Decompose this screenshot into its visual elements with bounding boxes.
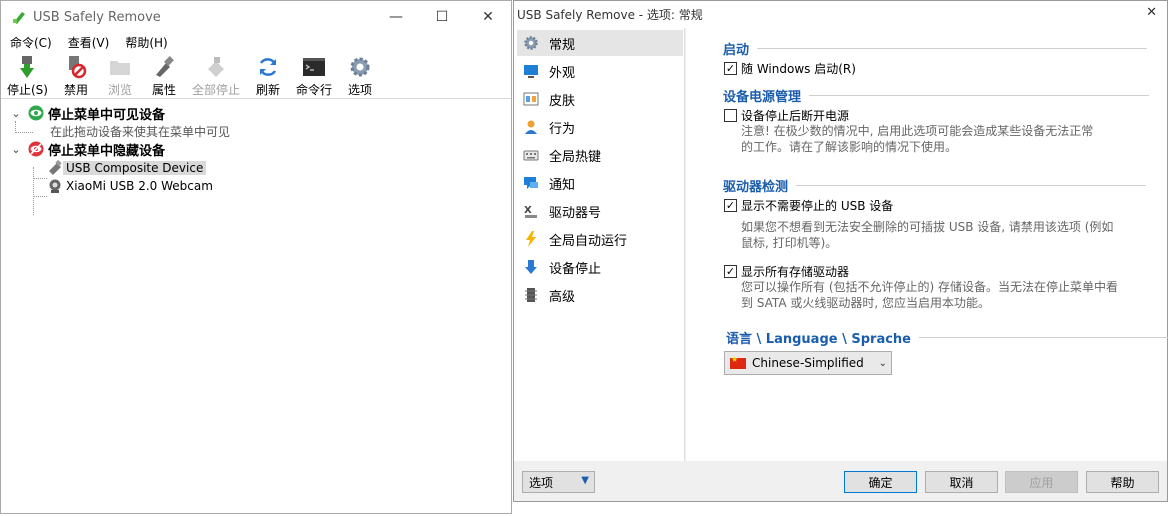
folder-icon (109, 61, 130, 75)
lightning-icon (526, 231, 536, 247)
general-settings-panel: 启动 ✓ 随 Windows 启动(R) 设备电源管理 设备停止后断开电源 注意… (686, 28, 1168, 461)
close-button[interactable]: ✕ (465, 1, 511, 33)
options-button[interactable]: 选项 (338, 53, 382, 99)
start-with-windows-checkbox[interactable]: ✓ 随 Windows 启动(R) (724, 60, 856, 77)
help-button[interactable]: 帮助 (1086, 471, 1159, 493)
drag-hint: 在此拖动设备来使其在菜单中可见 (50, 124, 231, 139)
notification-icon (524, 177, 538, 189)
ok-button[interactable]: 确定 (844, 471, 917, 493)
chevron-down-icon: ⌄ (878, 357, 887, 369)
checkbox-checked[interactable]: ✓ (724, 199, 737, 212)
hidden-group-title: 停止菜单中隐藏设备 (48, 143, 166, 159)
nav-item-skin[interactable]: 皮肤 (517, 86, 683, 112)
show-all-storage-checkbox[interactable]: ✓ 显示所有存储驱动器 (724, 263, 849, 280)
section-language-title: 语言 \ Language \ Sprache (726, 328, 1168, 347)
nav-item-drive-letters[interactable]: X 驱动器号 (517, 198, 683, 224)
chevron-down-icon[interactable]: ⌄ (10, 143, 22, 156)
visible-group-title: 停止菜单中可见设备 (48, 107, 166, 123)
arrow-down-icon (525, 260, 537, 274)
close-icon[interactable]: ✕ (1146, 5, 1157, 20)
dialog-titlebar[interactable]: USB Safely Remove - 选项: 常规 ✕ (514, 1, 1167, 28)
stop-icon (20, 56, 35, 78)
options-dropdown[interactable]: 选项 ▼ (522, 471, 595, 493)
gear-icon (524, 36, 538, 50)
minimize-button[interactable]: — (373, 1, 419, 33)
browse-button[interactable]: 浏览 (98, 53, 142, 99)
skin-icon (523, 92, 539, 106)
nav-item-appearance[interactable]: 外观 (517, 58, 683, 84)
power-off-checkbox[interactable]: 设备停止后断开电源 (724, 107, 849, 124)
main-window-title: USB Safely Remove (33, 9, 161, 25)
keyboard-icon (523, 150, 539, 161)
menu-view[interactable]: 查看(V) (59, 34, 117, 51)
nav-item-autorun[interactable]: 全局自动运行 (517, 226, 683, 252)
stop-all-button[interactable]: 全部停止 (186, 53, 246, 99)
section-detect-title: 驱动器检测 (723, 176, 1147, 195)
checkbox-unchecked[interactable] (724, 109, 737, 122)
nav-item-notifications[interactable]: 通知 (517, 170, 683, 196)
menu-bar: 命令(C) 查看(V) 帮助(H) (1, 32, 511, 52)
menu-help[interactable]: 帮助(H) (116, 34, 174, 51)
user-icon (525, 120, 537, 134)
properties-icon (155, 56, 174, 77)
nav-item-behavior[interactable]: 行为 (517, 114, 683, 140)
svg-text:X: X (524, 205, 532, 216)
checkbox-checked[interactable]: ✓ (724, 62, 737, 75)
chevron-down-icon[interactable]: ⌄ (10, 107, 22, 120)
disable-icon (68, 56, 87, 79)
monitor-icon (524, 65, 538, 78)
refresh-icon (259, 58, 277, 76)
main-titlebar[interactable]: USB Safely Remove — ☐ ✕ (1, 1, 511, 33)
webcam-icon (49, 179, 61, 193)
main-window: USB Safely Remove — ☐ ✕ 命令(C) 查看(V) 帮助(H… (0, 0, 512, 514)
apply-button[interactable]: 应用 (1005, 471, 1078, 493)
section-power-title: 设备电源管理 (723, 86, 1150, 105)
china-flag-icon (730, 355, 746, 369)
disable-button[interactable]: 禁用 (54, 53, 98, 99)
refresh-button[interactable]: 刷新 (246, 53, 290, 99)
app-icon (13, 12, 25, 24)
nav-item-general[interactable]: 常规 (517, 30, 683, 56)
device-label[interactable]: XiaoMi USB 2.0 Webcam (63, 179, 216, 193)
terminal-icon (303, 58, 325, 76)
show-nonstop-usb-checkbox[interactable]: ✓ 显示不需要停止的 USB 设备 (724, 197, 893, 214)
device-label[interactable]: USB Composite Device (63, 161, 207, 175)
checkbox-checked[interactable]: ✓ (724, 265, 737, 278)
hidden-eye-icon (28, 141, 44, 157)
menu-command[interactable]: 命令(C) (1, 34, 59, 51)
gear-icon (350, 57, 370, 77)
all-storage-description: 您可以操作所有 (包括不允许停止的) 存储设备。当无法在停止菜单中看 到 SAT… (741, 280, 1118, 310)
command-line-button[interactable]: 命令行 (290, 53, 338, 99)
device-row[interactable]: XiaoMi USB 2.0 Webcam (47, 177, 216, 195)
toolbar: 停止(S) 禁用 浏览 属性 全部停止 刷新 命令行 选项 (1, 53, 511, 99)
visible-group-row[interactable]: ⌄ 停止菜单中可见设备 (10, 104, 166, 123)
caret-down-icon: ▼ (581, 475, 589, 486)
properties-button[interactable]: 属性 (142, 53, 186, 99)
dialog-title: USB Safely Remove - 选项: 常规 (517, 8, 703, 22)
usb-device-icon (49, 160, 62, 175)
options-nav: 常规 外观 皮肤 行为 全局热键 通知 X 驱动器号 全局自动运行 设备停止 高… (514, 28, 685, 461)
nav-item-device-stop[interactable]: 设备停止 (517, 254, 683, 280)
nav-item-advanced[interactable]: 高级 (517, 282, 683, 308)
drive-letter-icon: X (524, 205, 537, 218)
language-select[interactable]: Chinese-Simplified ⌄ (724, 351, 892, 375)
device-row[interactable]: USB Composite Device (47, 159, 207, 177)
nonstop-usb-description: 如果您不想看到无法安全删除的可插拔 USB 设备, 请禁用该选项 (例如 鼠标,… (741, 220, 1114, 250)
cancel-button[interactable]: 取消 (925, 471, 998, 493)
nav-item-hotkeys[interactable]: 全局热键 (517, 142, 683, 168)
chip-icon (525, 288, 537, 302)
dialog-footer: 选项 ▼ 确定 取消 应用 帮助 (514, 461, 1167, 501)
options-dialog: USB Safely Remove - 选项: 常规 ✕ 常规 外观 皮肤 行为… (513, 0, 1168, 502)
maximize-button[interactable]: ☐ (419, 1, 465, 33)
stop-button[interactable]: 停止(S) (1, 53, 54, 99)
hidden-group-row[interactable]: ⌄ 停止菜单中隐藏设备 (10, 140, 166, 159)
eye-icon (28, 105, 44, 121)
stop-all-icon (207, 57, 224, 77)
visible-group-hint-row: 在此拖动设备来使其在菜单中可见 (50, 122, 230, 140)
section-startup-title: 启动 (723, 39, 1148, 58)
power-description: 注意! 在极少数的情况中, 启用此选项可能会造成某些设备无法正常 的工作。请在了… (741, 124, 1094, 154)
